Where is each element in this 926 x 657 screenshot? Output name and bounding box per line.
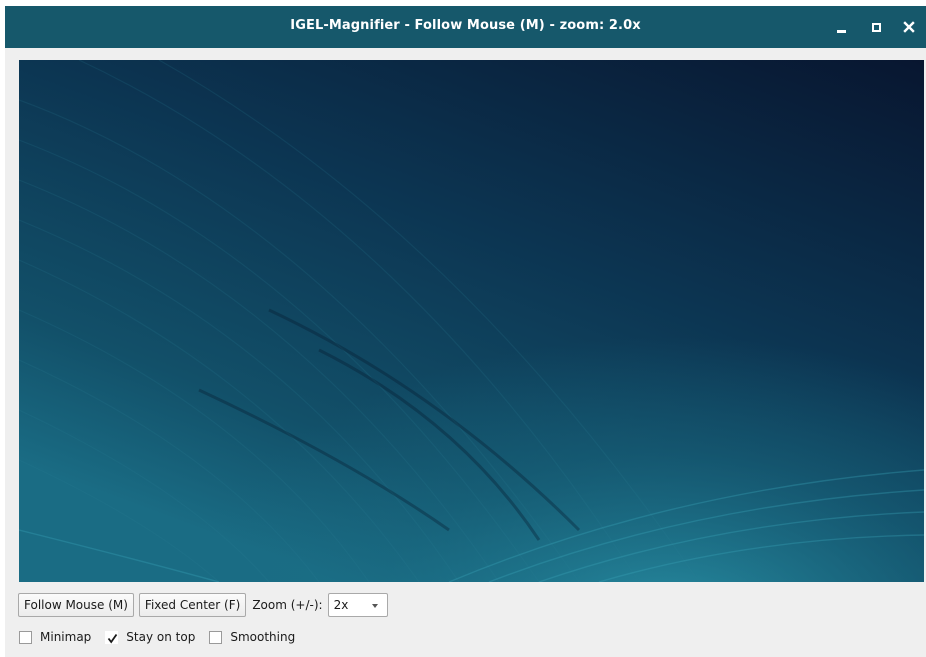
- zoom-select[interactable]: 2x: [327, 593, 388, 617]
- checkbox-box[interactable]: [209, 630, 223, 644]
- follow-mouse-button[interactable]: Follow Mouse (M): [18, 593, 134, 617]
- stay-on-top-checkbox[interactable]: Stay on top: [105, 630, 195, 644]
- wallpaper-image: [19, 60, 924, 582]
- toolbar: Follow Mouse (M) Fixed Center (F) Zoom (…: [18, 592, 388, 618]
- window-title: IGEL-Magnifier - Follow Mouse (M) - zoom…: [290, 18, 641, 33]
- zoom-label: Zoom (+/-):: [252, 598, 323, 612]
- checkmark-icon: [108, 633, 118, 644]
- close-button[interactable]: [898, 16, 920, 38]
- stay-on-top-label: Stay on top: [126, 630, 196, 644]
- maximize-button[interactable]: [865, 16, 887, 38]
- smoothing-checkbox[interactable]: Smoothing: [209, 630, 295, 644]
- checkbox-box[interactable]: [19, 630, 32, 644]
- options-row: Minimap Stay on top Smoothing: [19, 626, 309, 648]
- minimap-checkbox[interactable]: Minimap: [19, 630, 91, 644]
- zoom-select-value: 2x: [333, 598, 349, 612]
- close-icon: [903, 21, 915, 33]
- maximize-icon: [872, 23, 881, 32]
- title-bar[interactable]: IGEL-Magnifier - Follow Mouse (M) - zoom…: [5, 6, 926, 48]
- minimap-label: Minimap: [40, 630, 92, 644]
- smoothing-label: Smoothing: [230, 630, 296, 644]
- chevron-down-icon: [371, 604, 378, 608]
- magnified-view[interactable]: [19, 60, 924, 582]
- fixed-center-button[interactable]: Fixed Center (F): [138, 593, 247, 617]
- checkbox-box[interactable]: [105, 630, 119, 644]
- minimize-button[interactable]: [831, 16, 853, 38]
- minimize-icon: [837, 30, 846, 33]
- magnifier-window: IGEL-Magnifier - Follow Mouse (M) - zoom…: [5, 6, 926, 657]
